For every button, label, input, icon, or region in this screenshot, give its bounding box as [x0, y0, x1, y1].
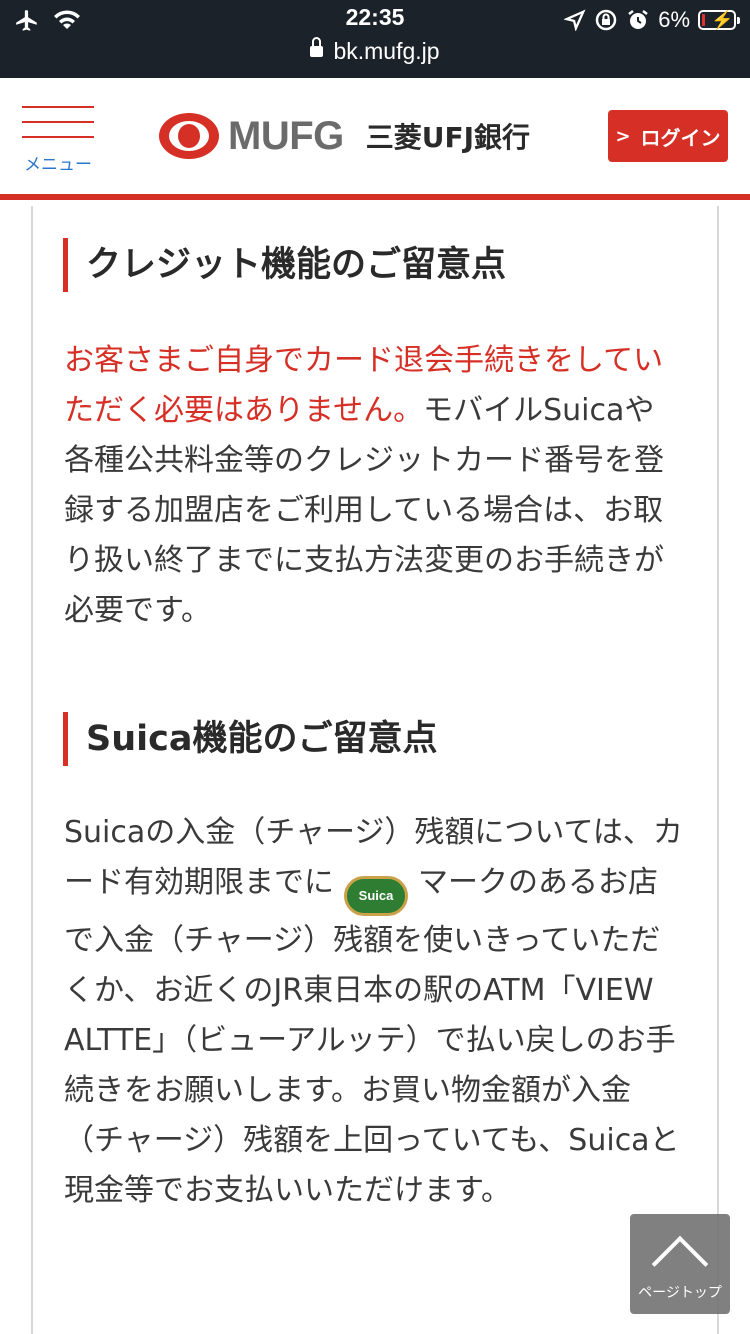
mufg-logo-mark-icon [159, 113, 219, 159]
suica-body-text-2: マークのあるお店で入金（チャージ）残額を使いきっていただくか、お近くのJR東日本… [64, 865, 680, 1208]
url-text: bk.mufg.jp [333, 38, 440, 64]
alarm-icon [628, 10, 648, 29]
section-body-credit: お客さまご自身でカード退会手続きをしていただく必要はありません。モバイルSuic… [64, 336, 684, 636]
login-label: ログイン [640, 125, 721, 150]
rotation-lock-icon [595, 9, 617, 31]
charging-bolt-icon: ⚡ [711, 10, 734, 30]
section-heading-credit: クレジット機能のご留意点 [63, 238, 506, 292]
credit-body-text: モバイルSuicaや各種公共料金等のクレジットカード番号を登録する加盟店をご利用… [64, 393, 664, 628]
page-top-label: ページトップ [638, 1285, 722, 1301]
hamburger-icon [22, 106, 94, 108]
bank-name: 三菱UFJ銀行 [365, 121, 531, 154]
page-top-button[interactable]: ページトップ [630, 1214, 730, 1314]
site-header: メニュー MUFG 三菱UFJ銀行 > ログイン [0, 78, 750, 200]
suica-mark-icon: Suica [344, 876, 408, 916]
section-body-suica: Suicaの入金（チャージ）残額については、カード有効期限までに Suica マーク… [64, 808, 684, 1216]
battery-percent: 6% [658, 7, 690, 32]
status-bar: 22:35 6% ⚡ bk.mufg.jp [0, 0, 750, 78]
mufg-logo[interactable]: MUFG 三菱UFJ銀行 [158, 112, 530, 160]
chevron-right-icon: > [615, 125, 631, 147]
lock-icon [310, 37, 324, 60]
main-content: クレジット機能のご留意点 お客さまご自身でカード退会手続きをしていただく必要はあ… [31, 206, 719, 1334]
address-bar[interactable]: bk.mufg.jp [0, 37, 750, 65]
status-icons-right: 6% ⚡ [564, 5, 740, 35]
menu-label: メニュー [24, 155, 92, 175]
location-icon [564, 9, 586, 31]
logo-text: MUFG [228, 113, 344, 158]
section-heading-suica: Suica機能のご留意点 [63, 712, 438, 766]
login-button[interactable]: > ログイン [608, 110, 728, 162]
battery-icon: ⚡ [698, 10, 740, 30]
menu-button[interactable]: メニュー [22, 102, 94, 175]
